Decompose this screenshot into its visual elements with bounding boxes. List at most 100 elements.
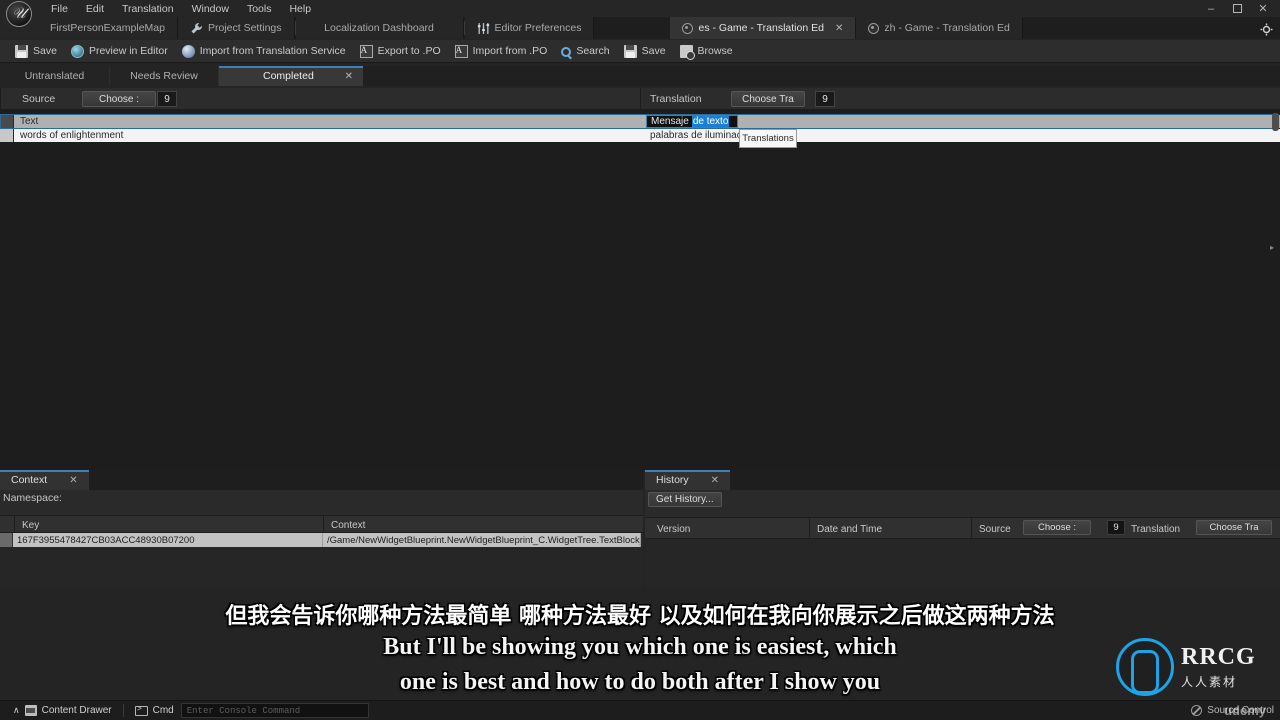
- history-translation-choose-button[interactable]: Choose Tra: [1196, 520, 1272, 535]
- cmd-button[interactable]: Cmd: [128, 703, 181, 719]
- header-divider: [14, 516, 15, 532]
- button-label: Import from .PO: [472, 45, 548, 57]
- button-label: Content Drawer: [41, 705, 112, 716]
- sliders-icon: [477, 22, 489, 34]
- button-label: Preview in Editor: [88, 45, 168, 57]
- history-source-choose-button[interactable]: Choose :: [1023, 520, 1091, 535]
- list-column-header: Source Choose : 9 Translation Choose Tra…: [0, 88, 1280, 110]
- context-table-header: Key Context: [0, 515, 643, 533]
- tab-localization-dashboard[interactable]: Localization Dashboard: [295, 17, 464, 39]
- column-header-version[interactable]: Version: [657, 524, 690, 535]
- history-panel-tabbar: History ✕: [645, 470, 1280, 490]
- tab-close-icon[interactable]: ✕: [345, 71, 353, 82]
- menu-bar: File Edit Translation Window Tools Help: [42, 2, 320, 16]
- tab-label: Project Settings: [207, 22, 282, 34]
- bottom-panel-split: Context ✕ Namespace: Key Context 167F395…: [0, 470, 1280, 588]
- translation-edit-field[interactable]: Mensaje de texto: [646, 115, 738, 128]
- column-header-translation[interactable]: Translation: [1131, 524, 1180, 535]
- tab-es-translation-editor[interactable]: es - Game - Translation Ed ✕: [670, 17, 857, 39]
- tab-label: Untranslated: [24, 70, 85, 82]
- menu-item-window[interactable]: Window: [183, 2, 238, 16]
- menu-item-edit[interactable]: Edit: [77, 2, 113, 16]
- tab-label: Editor Preferences: [494, 22, 582, 34]
- status-divider: [122, 704, 124, 717]
- tab-context[interactable]: Context ✕: [0, 470, 89, 490]
- table-row[interactable]: 167F3955478427CB03ACC48930B07200 /Game/N…: [0, 533, 643, 547]
- menu-item-help[interactable]: Help: [280, 2, 320, 16]
- source-choose-button[interactable]: Choose :: [82, 91, 156, 107]
- translation-column-label: Translation: [650, 93, 702, 105]
- context-panel-tabbar: Context ✕: [0, 470, 643, 490]
- console-icon: [134, 704, 148, 716]
- chevron-up-icon: ∧: [13, 705, 20, 715]
- gear-icon[interactable]: [1258, 21, 1274, 37]
- context-panel: Context ✕ Namespace: Key Context 167F395…: [0, 470, 643, 588]
- drawer-icon: [24, 705, 37, 716]
- tab-zh-translation-editor[interactable]: zh - Game - Translation Ed: [856, 17, 1023, 39]
- status-bar-right: Source Control: [1191, 705, 1280, 716]
- export-po-icon: [359, 44, 373, 58]
- search-button[interactable]: Search: [554, 43, 616, 59]
- row-source-text: words of enlightenment: [20, 130, 124, 141]
- save-manifest-button[interactable]: Save: [617, 43, 673, 60]
- application-window: RRCG 人人素材 RRCG RRCG 人人素材 RRCG 人人素材 RRCG …: [0, 0, 1280, 720]
- row-scroll-indicator[interactable]: ▸: [1266, 243, 1278, 252]
- button-label: Browse: [697, 45, 733, 57]
- tab-close-icon[interactable]: ✕: [835, 23, 843, 34]
- translation-choose-button[interactable]: Choose Tra: [731, 91, 805, 107]
- unreal-engine-logo[interactable]: 𝒰: [6, 1, 32, 27]
- table-row[interactable]: words of enlightenment palabras de ilumi…: [0, 129, 1280, 142]
- context-path-cell: /Game/NewWidgetBlueprint.NewWidgetBluepr…: [323, 533, 641, 547]
- translation-editor-icon: [682, 22, 694, 34]
- translation-list[interactable]: Text words of enlightenment palabras de …: [0, 110, 1280, 470]
- row-translation-text: [644, 115, 1274, 128]
- import-from-po-button[interactable]: Import from .PO: [448, 43, 555, 60]
- history-panel: History ✕ Get History... Version Date an…: [645, 470, 1280, 588]
- history-source-count: 9: [1107, 520, 1125, 535]
- button-label: Cmd: [152, 705, 174, 716]
- get-history-button[interactable]: Get History...: [648, 492, 722, 507]
- row-checkbox[interactable]: [0, 129, 14, 142]
- tab-history[interactable]: History ✕: [645, 470, 731, 490]
- minimize-button[interactable]: –: [1198, 1, 1224, 16]
- menu-item-tools[interactable]: Tools: [238, 2, 281, 16]
- list-vertical-scrollbar[interactable]: [1272, 113, 1279, 131]
- tab-label: Localization Dashboard: [324, 22, 434, 34]
- status-bar: ∧ Content Drawer Cmd Enter Console Comma…: [0, 700, 1280, 720]
- tab-label: FirstPersonExampleMap: [50, 22, 165, 34]
- export-to-po-button[interactable]: Export to .PO: [353, 43, 448, 60]
- preview-in-editor-button[interactable]: Preview in Editor: [64, 43, 175, 60]
- tab-label: Completed: [263, 70, 314, 82]
- close-button[interactable]: ✕: [1250, 1, 1276, 16]
- tab-close-icon[interactable]: ✕: [711, 475, 719, 486]
- source-control-label[interactable]: Source Control: [1207, 705, 1274, 716]
- row-checkbox[interactable]: [0, 533, 13, 547]
- video-subtitle-overlay: 但我会告诉你哪种方法最简单 哪种方法最好 以及如何在我向你展示之后做这两种方法 …: [0, 588, 1280, 698]
- column-header-date-time[interactable]: Date and Time: [817, 524, 882, 535]
- preview-icon: [70, 44, 84, 58]
- menu-item-translation[interactable]: Translation: [113, 2, 183, 16]
- column-header-source[interactable]: Source: [979, 524, 1011, 535]
- tab-completed[interactable]: Completed ✕: [218, 66, 363, 86]
- context-key-cell: 167F3955478427CB03ACC48930B07200: [13, 533, 323, 547]
- tab-close-icon[interactable]: ✕: [69, 475, 77, 486]
- tab-editor-preferences[interactable]: Editor Preferences: [464, 17, 595, 39]
- menu-item-file[interactable]: File: [42, 2, 77, 16]
- table-row[interactable]: Text: [0, 115, 1280, 128]
- browse-button[interactable]: Browse: [673, 43, 740, 60]
- import-from-translation-service-button[interactable]: Import from Translation Service: [175, 43, 353, 60]
- tab-untranslated[interactable]: Untranslated: [0, 66, 109, 86]
- source-count: 9: [157, 91, 177, 107]
- subtitle-english-line2: one is best and how to do both after I s…: [399, 669, 881, 695]
- tab-project-settings[interactable]: Project Settings: [177, 17, 295, 39]
- column-header-key[interactable]: Key: [22, 520, 39, 531]
- save-button[interactable]: Save: [8, 43, 64, 60]
- button-label: Save: [33, 45, 57, 57]
- content-drawer-button[interactable]: ∧ Content Drawer: [6, 703, 119, 719]
- row-checkbox[interactable]: [0, 115, 14, 128]
- tab-needs-review[interactable]: Needs Review: [109, 66, 218, 86]
- maximize-button[interactable]: [1224, 1, 1250, 16]
- status-tab-filler: [363, 66, 1280, 86]
- column-header-context[interactable]: Context: [331, 520, 365, 531]
- console-input[interactable]: Enter Console Command: [180, 703, 369, 718]
